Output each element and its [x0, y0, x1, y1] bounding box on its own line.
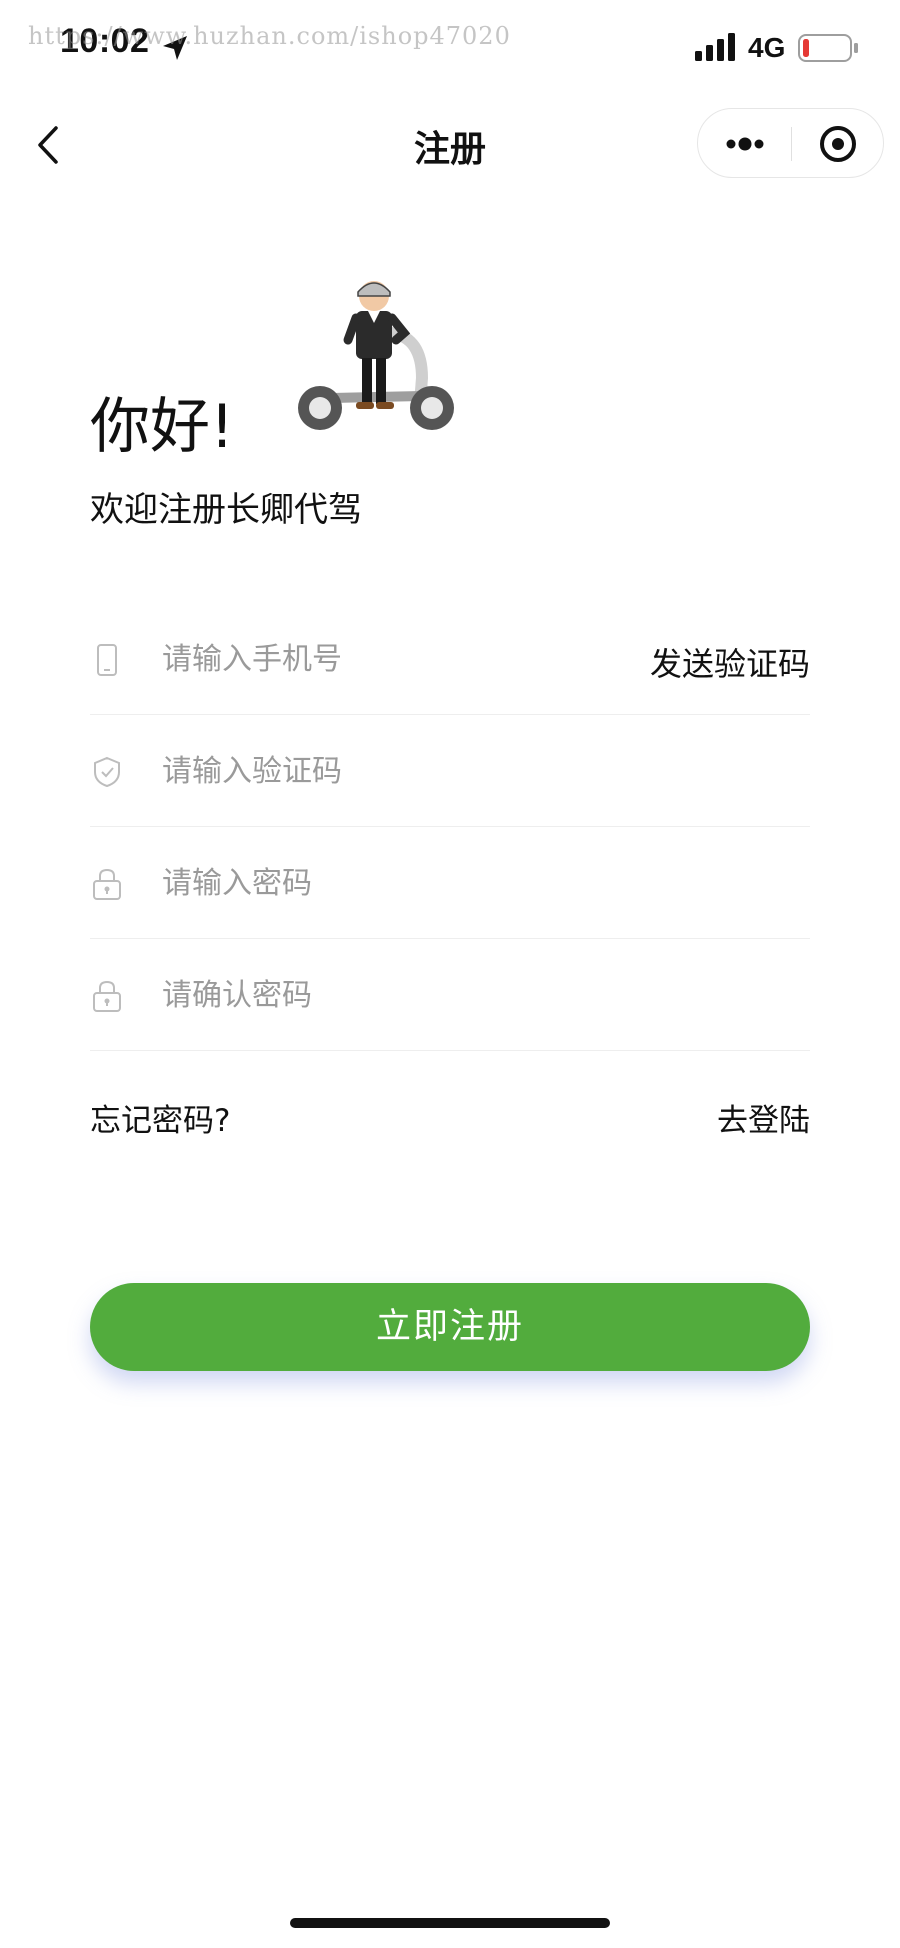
driver-mascot-image — [298, 281, 454, 430]
menu-capsule — [697, 108, 884, 178]
auth-links-row: 忘记密码? 去登陆 — [90, 1095, 810, 1145]
register-button[interactable]: 立即注册 — [90, 1283, 810, 1371]
battery-icon — [798, 34, 858, 62]
welcome-text: 欢迎注册长卿代驾 — [90, 490, 362, 530]
code-input[interactable] — [162, 743, 632, 799]
cellular-signal-icon — [695, 33, 735, 61]
more-button[interactable] — [698, 109, 791, 179]
password-field-row — [90, 827, 810, 939]
confirm-password-field-row — [90, 939, 810, 1051]
phone-field-row: 发送验证码 — [90, 603, 810, 715]
greeting-heading: 你好! — [90, 392, 235, 462]
shield-icon — [94, 756, 120, 788]
go-login-link[interactable]: 去登陆 — [717, 1095, 810, 1140]
target-circle-icon — [820, 126, 856, 162]
home-indicator — [290, 1918, 610, 1928]
network-type: 4G — [748, 32, 786, 63]
nav-bar: 注册 — [0, 100, 900, 190]
phone-input[interactable] — [162, 631, 632, 687]
confirm-password-input[interactable] — [162, 967, 632, 1023]
forgot-password-link[interactable]: 忘记密码? — [90, 1095, 230, 1140]
lock-icon — [93, 980, 121, 1012]
close-button[interactable] — [792, 109, 885, 179]
lock-icon — [93, 868, 121, 900]
password-input[interactable] — [162, 855, 632, 911]
watermark-text: https://www.huzhan.com/ishop47020 — [28, 22, 511, 50]
more-dots-icon — [726, 137, 764, 151]
code-field-row — [90, 715, 810, 827]
phone-icon — [97, 644, 117, 676]
status-bar: 10:02 https://www.huzhan.com/ishop47020 … — [0, 0, 900, 100]
send-code-button[interactable]: 发送验证码 — [650, 639, 810, 685]
